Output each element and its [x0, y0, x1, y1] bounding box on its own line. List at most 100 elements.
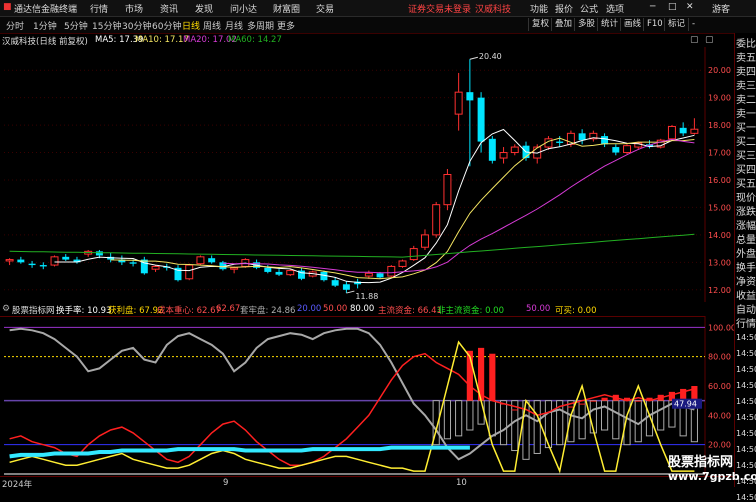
period-tab-multi[interactable]: 多周期 [247, 19, 274, 32]
btn-mark[interactable]: 标记 [664, 18, 688, 31]
period-tab-60min[interactable]: 60分钟 [152, 19, 181, 32]
side-panel-label[interactable]: 14:50 [736, 413, 756, 422]
btn-collapse[interactable]: - [688, 18, 698, 31]
candle-body [398, 260, 407, 267]
side-panel-label[interactable]: 涨幅 [736, 217, 756, 232]
side-panel-label[interactable]: 14:50 [736, 429, 756, 438]
side-panel-label[interactable]: 14:50 [736, 397, 756, 406]
chart-maximize-icon[interactable]: ▢ [705, 35, 714, 45]
price-chart[interactable]: 20.00 19.00 18.00 17.00 16.00 15.00 14.00 13.00… [0, 47, 734, 302]
side-panel-label[interactable]: 净资 [736, 273, 756, 288]
candle-body [387, 265, 396, 277]
candle-body [5, 259, 14, 262]
close-icon[interactable]: ✕ [686, 2, 694, 12]
period-tab-30min[interactable]: 30分钟 [122, 19, 151, 32]
chart-window-icon[interactable]: ▢ [690, 35, 699, 45]
side-panel-label[interactable]: 换手 [736, 259, 756, 274]
ind-line-20: 20.00 [297, 304, 322, 314]
side-panel-label[interactable]: 14:50 [736, 381, 756, 390]
side-panel-label[interactable]: 14:50 [736, 349, 756, 358]
side-panel-label[interactable]: 买一 [736, 119, 756, 134]
side-panel-label[interactable]: 涨跌 [736, 203, 756, 218]
period-tab-weekly[interactable]: 周线 [203, 19, 221, 32]
indicator-gray-bar [477, 400, 485, 425]
candle-body [342, 284, 350, 290]
period-tab-15min[interactable]: 15分钟 [92, 19, 121, 32]
side-panel-label[interactable]: 外盘 [736, 245, 756, 260]
indicator-red-bar [635, 400, 642, 402]
side-panel-label[interactable]: 收益 [736, 287, 756, 302]
candle-body [690, 128, 699, 134]
side-panel-label[interactable]: 委比 [736, 35, 756, 50]
side-panel-label[interactable]: 现价 [736, 189, 756, 204]
indicator-gray-bar [600, 400, 609, 431]
menu-item-ask[interactable]: 问小达 [230, 2, 257, 15]
btn-f10[interactable]: F10 [643, 18, 666, 31]
login-notice[interactable]: 证券交易未登录 [408, 2, 471, 15]
candle-body [556, 141, 564, 143]
menu-item-discover[interactable]: 发现 [195, 2, 213, 15]
menu-formula[interactable]: 公式 [580, 2, 598, 15]
indicator-chart[interactable]: 100.00 80.00 60.00 40.00 20.00 47.94 [0, 316, 734, 476]
side-panel-label[interactable]: 14:50 [736, 493, 756, 502]
indicator-settings-icon[interactable]: ⚙ [2, 304, 10, 314]
guest-label[interactable]: 游客 [712, 2, 730, 15]
indicator-name[interactable]: 股票指标网 [12, 304, 55, 316]
side-panel-label[interactable]: 买四 [736, 161, 756, 176]
side-panel-label[interactable]: 卖三 [736, 77, 756, 92]
btn-draw[interactable]: 画线 [620, 18, 644, 31]
menu-item-trade[interactable]: 交易 [316, 2, 334, 15]
indicator-red-bar [489, 353, 496, 401]
menu-item-quotes[interactable]: 行情 [90, 2, 108, 15]
maximize-icon[interactable]: □ [668, 2, 677, 12]
date-label-2024: 2024年 [2, 480, 33, 490]
minimize-icon[interactable]: ─ [650, 2, 655, 12]
period-tab-more[interactable]: 更多 [277, 19, 295, 32]
candle-body [264, 267, 272, 272]
period-tab-1min[interactable]: 1分钟 [33, 19, 57, 32]
side-panel-label[interactable]: 买五 [736, 175, 756, 190]
indicator-gray-bar [499, 400, 508, 446]
side-panel-label[interactable]: 买三 [736, 147, 756, 162]
menu-func[interactable]: 功能 [530, 2, 548, 15]
side-panel-label[interactable]: 卖五 [736, 49, 756, 64]
candle-body [601, 136, 609, 145]
period-tab-monthly[interactable]: 月线 [225, 19, 243, 32]
indicator-current-label: 47.94 [674, 400, 697, 409]
side-panel-label[interactable]: 买二 [736, 133, 756, 148]
menu-item-wealth[interactable]: 财富圈 [273, 2, 300, 15]
side-panel-label[interactable]: 自动 [736, 301, 756, 316]
period-tab-daily[interactable]: 日线 [182, 19, 200, 32]
price-annotation-arrow [469, 56, 478, 60]
btn-restore-rights[interactable]: 复权 [528, 18, 552, 31]
watermark: 股票指标网 www.7gpzb.com [668, 451, 756, 487]
btn-multi-stock[interactable]: 多股 [574, 18, 598, 31]
ind-value-6267: 62.67 [216, 304, 241, 314]
side-panel-label[interactable]: 行情 [736, 315, 756, 330]
side-panel-label[interactable]: 14:50 [736, 333, 756, 342]
btn-stats[interactable]: 统计 [597, 18, 621, 31]
side-panel-label[interactable]: 14:50 [736, 365, 756, 374]
menu-item-market[interactable]: 市场 [125, 2, 143, 15]
period-tab-fenshi[interactable]: 分时 [6, 19, 24, 32]
candle-body [151, 265, 160, 270]
ma60-label: MA60: 14.27 [228, 35, 282, 45]
period-tab-5min[interactable]: 5分钟 [64, 19, 88, 32]
menu-item-news[interactable]: 资讯 [160, 2, 178, 15]
menu-quote[interactable]: 报价 [555, 2, 573, 15]
quote-side-panel: 委比 卖五 卖四 卖三 卖二 卖一 买一 买二 买三 买四 买五 现价 涨跌 涨幅 总量 外盘 换手 净资 收益 自动… [734, 33, 756, 502]
price-tick-label: 13.00 [708, 258, 731, 267]
indicator-gray-bar [612, 400, 620, 440]
indicator-gray-bar [488, 400, 496, 437]
side-panel-label[interactable]: 总量 [736, 231, 756, 246]
ind-main-fund: 主流资金: 66.41 [378, 306, 442, 316]
side-panel-label[interactable]: 卖二 [736, 91, 756, 106]
menu-options[interactable]: 选项 [606, 2, 624, 15]
side-panel-label[interactable]: 卖四 [736, 63, 756, 78]
btn-overlay[interactable]: 叠加 [551, 18, 575, 31]
indicator-red-bar [511, 409, 518, 411]
price-tick-label: 16.00 [708, 176, 731, 185]
side-panel-label[interactable]: 卖一 [736, 105, 756, 120]
indicator-gray-bar [657, 400, 665, 431]
indicator-red-bar [691, 386, 698, 401]
